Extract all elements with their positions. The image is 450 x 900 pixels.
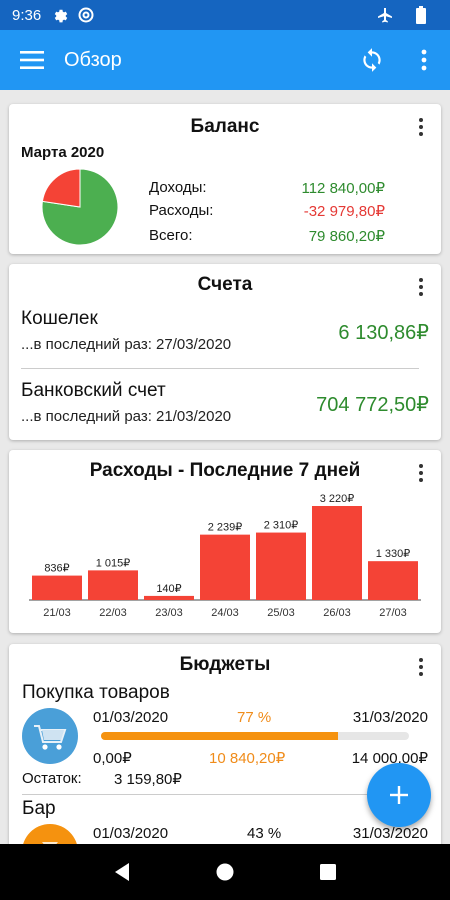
x-tick-label: 22/03 [99, 607, 127, 619]
total-row: Всего: 79 860,20₽ [149, 224, 385, 247]
sync-icon[interactable] [346, 30, 398, 90]
budget-min: 0,00₽ [93, 750, 132, 767]
total-label: Всего: [149, 227, 193, 244]
app-bar: Обзор [0, 30, 450, 90]
budget-start-date: 01/03/2020 [93, 709, 169, 726]
x-tick-label: 27/03 [379, 607, 407, 619]
expenses-title: Расходы - Последние 7 дней [89, 460, 361, 481]
budget-name[interactable]: Покупка товаров [22, 682, 170, 704]
accounts-card: Счета Кошелек ...в последний раз: 27/03/… [9, 264, 441, 440]
battery-icon [412, 6, 430, 24]
balance-rows: Доходы: 112 840,00₽ Расходы: -32 979,80₽… [149, 176, 385, 247]
account-amount: 704 772,50₽ [316, 394, 429, 416]
gear-icon [51, 6, 69, 24]
account-amount: 6 130,86₽ [338, 322, 429, 344]
expense-label: Расходы: [149, 202, 214, 219]
expense-row: Расходы: -32 979,80₽ [149, 199, 385, 222]
bar-data-label: 2 239₽ [208, 522, 243, 534]
recents-icon[interactable] [310, 854, 346, 890]
budget-percent: 77 % [237, 709, 272, 726]
chart-bar [312, 506, 362, 600]
account-item[interactable]: Банковский счет ...в последний раз: 21/0… [21, 380, 429, 440]
expenses-card: Расходы - Последние 7 дней 836₽ 21/03 1 01… [9, 450, 441, 633]
status-time: 9:36 [12, 6, 42, 24]
budget-end-date: 31/03/2020 [352, 825, 428, 842]
accounts-more-icon[interactable] [411, 276, 431, 298]
budget-end-date: 31/03/2020 [352, 709, 428, 726]
bar-data-label: 140₽ [156, 583, 181, 595]
x-tick-label: 25/03 [267, 607, 295, 619]
divider [22, 794, 419, 795]
bar-data-label: 1 015₽ [96, 557, 131, 569]
bar-data-label: 836₽ [44, 563, 69, 575]
total-value: 79 860,20₽ [308, 227, 385, 245]
menu-icon[interactable] [0, 30, 64, 90]
budgets-more-icon[interactable] [411, 656, 431, 678]
status-bar: 9:36 [0, 0, 450, 30]
airplane-icon [376, 6, 394, 24]
at-sign-icon [77, 6, 95, 24]
divider [21, 368, 419, 369]
bar-data-label: 3 220₽ [320, 493, 355, 505]
overview-content[interactable]: Баланс Марта 2020 Доходы: 112 840,00₽ Ра… [0, 90, 450, 844]
chart-bar [368, 561, 418, 600]
budgets-title: Бюджеты [179, 654, 271, 675]
budget-remaining-label: Остаток: [22, 770, 82, 787]
chart-bar [200, 534, 250, 600]
add-fab-button[interactable] [367, 763, 431, 827]
balance-period: Марта 2020 [21, 144, 105, 161]
budget-name[interactable]: Бар [22, 798, 56, 820]
back-icon[interactable] [104, 854, 140, 890]
account-item[interactable]: Кошелек ...в последний раз: 27/03/2020 6… [21, 308, 429, 368]
plus-icon [390, 786, 408, 804]
budget-remaining-value: 3 159,80₽ [114, 771, 182, 788]
x-tick-label: 26/03 [323, 607, 351, 619]
x-tick-label: 23/03 [155, 607, 183, 619]
chart-bar [88, 570, 138, 600]
expenses-more-icon[interactable] [411, 462, 431, 484]
x-tick-label: 24/03 [211, 607, 239, 619]
accounts-title: Счета [197, 274, 253, 295]
chart-bar [32, 575, 82, 600]
page-title: Обзор [64, 48, 122, 71]
balance-title: Баланс [190, 116, 260, 137]
bar-icon [22, 824, 78, 844]
income-row: Доходы: 112 840,00₽ [149, 176, 385, 199]
budget-progress-fill [101, 732, 339, 740]
budget-percent: 43 % [247, 825, 282, 842]
shopping-cart-icon [22, 708, 78, 764]
expense-value: -32 979,80₽ [303, 202, 385, 220]
bar-data-label: 1 330₽ [376, 548, 411, 560]
balance-more-icon[interactable] [411, 116, 431, 138]
x-tick-label: 21/03 [43, 607, 71, 619]
chart-bar [144, 595, 194, 600]
income-label: Доходы: [149, 179, 207, 196]
budget-progress-bar [101, 732, 409, 740]
balance-card: Баланс Марта 2020 Доходы: 112 840,00₽ Ра… [9, 104, 441, 254]
pie-slice-expense [41, 168, 81, 208]
income-value: 112 840,00₽ [301, 179, 385, 197]
budget-spent: 10 840,20₽ [209, 750, 286, 767]
home-icon[interactable] [207, 854, 243, 890]
system-nav-bar [0, 844, 450, 900]
budget-start-date: 01/03/2020 [93, 825, 169, 842]
more-vert-icon[interactable] [398, 30, 450, 90]
chart-bar [256, 532, 306, 600]
expenses-bar-chart: 836₽ 21/03 1 015₽ 22/03 140₽ 23/03 2 239₽ 24/03… [29, 493, 421, 619]
balance-pie-chart [41, 168, 119, 246]
bar-data-label: 2 310₽ [264, 520, 299, 532]
